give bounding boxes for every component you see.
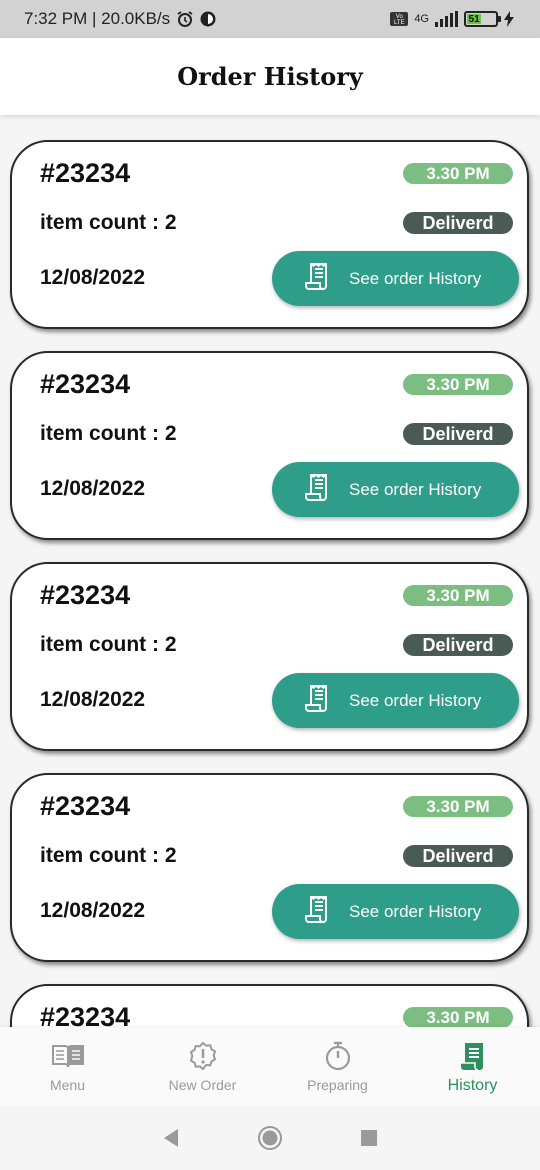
order-card[interactable]: #23234 3.30 PM item count : 2 Deliverd 1… [10,351,529,540]
battery-level: 51 [467,13,482,25]
see-order-history-label: See order History [349,690,482,710]
order-list[interactable]: #23234 3.30 PM item count : 2 Deliverd 1… [0,115,540,1027]
order-status-badge: Deliverd [403,423,513,445]
order-status-badge: Deliverd [403,634,513,656]
see-order-history-button[interactable]: See order History [272,673,519,728]
nav-label-preparing: Preparing [307,1077,368,1093]
system-nav [0,1105,540,1170]
see-order-history-button[interactable]: See order History [272,462,519,517]
order-item-count: item count : 2 [40,844,177,867]
bottom-nav: Menu New Order Preparing History [0,1027,540,1105]
charging-icon [504,11,514,27]
nav-item-menu[interactable]: Menu [0,1027,135,1105]
see-order-history-button[interactable]: See order History [272,884,519,939]
order-date: 12/08/2022 [40,266,146,289]
order-id: #23234 [40,1002,131,1027]
order-id: #23234 [40,369,131,399]
alarm-icon [176,10,194,28]
receipt-icon [305,894,333,929]
app-header: Order History [0,38,540,115]
order-date: 12/08/2022 [40,477,146,500]
volte-icon: Vo LTE [390,12,409,26]
nav-item-preparing[interactable]: Preparing [270,1027,405,1105]
see-order-history-label: See order History [349,268,482,288]
stopwatch-icon [324,1041,352,1071]
status-time-speed: 7:32 PM | 20.0KB/s [24,9,171,28]
order-status-badge: Deliverd [403,845,513,867]
page-title: Order History [177,62,363,91]
order-item-count: item count : 2 [40,633,177,656]
back-icon[interactable] [151,1118,191,1158]
order-status-badge: Deliverd [403,212,513,234]
order-item-count: item count : 2 [40,422,177,445]
order-card[interactable]: #23234 3.30 PM item count : 2 Deliverd 1… [10,984,529,1027]
order-card[interactable]: #23234 3.30 PM item count : 2 Deliverd 1… [10,562,529,751]
book-icon [51,1041,85,1071]
battery-icon: 51 [464,11,501,27]
status-left: 7:32 PM | 20.0KB/s [24,9,216,29]
receipt-icon [305,261,333,296]
order-time-badge: 3.30 PM [403,374,513,395]
nav-item-history[interactable]: History [405,1027,540,1105]
order-id: #23234 [40,580,131,610]
network-type: 4G [414,13,429,25]
alert-badge-icon [188,1041,218,1071]
order-id: #23234 [40,791,131,821]
status-right: Vo LTE 4G 51 [390,11,514,27]
app-icon [200,11,216,27]
recents-icon[interactable] [349,1118,389,1158]
see-order-history-button[interactable]: See order History [272,251,519,306]
home-icon[interactable] [250,1118,290,1158]
order-time-badge: 3.30 PM [403,796,513,817]
signal-icon [435,11,458,27]
order-time-badge: 3.30 PM [403,163,513,184]
order-date: 12/08/2022 [40,688,146,711]
order-card[interactable]: #23234 3.30 PM item count : 2 Deliverd 1… [10,773,529,962]
order-time-badge: 3.30 PM [403,1007,513,1027]
receipt-icon [305,472,333,507]
receipt-icon [305,683,333,718]
order-item-count: item count : 2 [40,211,177,234]
nav-label-menu: Menu [49,1077,86,1093]
nav-label-new-order: New Order [168,1077,237,1093]
see-order-history-label: See order History [349,901,482,921]
order-card[interactable]: #23234 3.30 PM item count : 2 Deliverd 1… [10,140,529,329]
order-id: #23234 [40,158,131,188]
receipt-icon [459,1041,487,1071]
order-date: 12/08/2022 [40,899,146,922]
nav-label-history: History [447,1077,498,1094]
see-order-history-label: See order History [349,479,482,499]
order-time-badge: 3.30 PM [403,585,513,606]
nav-item-new-order[interactable]: New Order [135,1027,270,1105]
status-bar: 7:32 PM | 20.0KB/s Vo LTE 4G 51 [0,0,540,38]
